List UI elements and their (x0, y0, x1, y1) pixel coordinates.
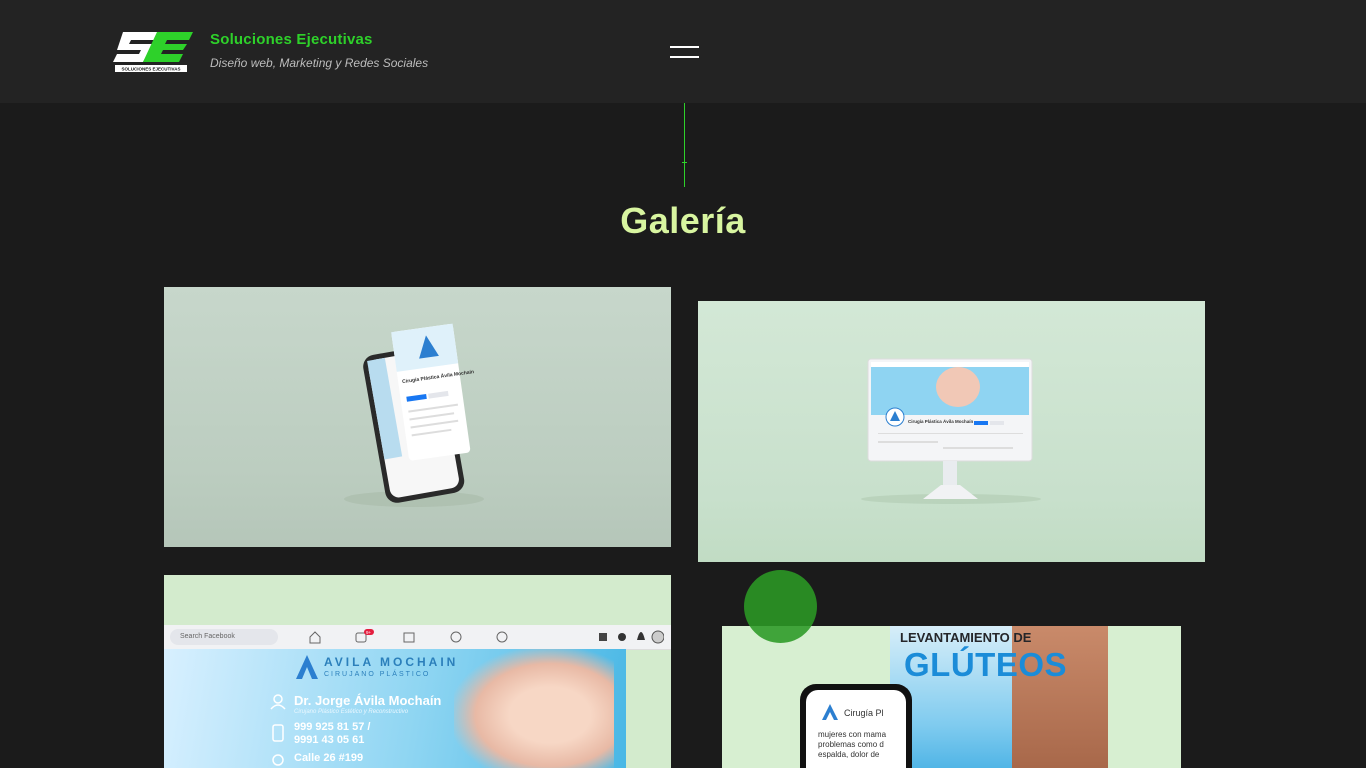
site-header: SOLUCIONES EJECUTIVAS Soluciones Ejecuti… (0, 0, 1366, 103)
cover-brand-sub: CIRUJANO PLÁSTICO (324, 671, 431, 678)
doctor-role: Cirujano Plástico Estético y Reconstruct… (294, 709, 409, 715)
monitor-mockup-illustration: Cirugía Plástica Ávila Mochaín (861, 358, 1041, 504)
cover-photo-face (454, 649, 614, 768)
home-icon (309, 631, 321, 644)
contact-icons (270, 694, 286, 766)
marketplace-icon (403, 632, 415, 643)
brand-name[interactable]: Soluciones Ejecutivas (210, 31, 373, 48)
phone-mockup-illustration: Cirugía Plástica Ávila Mochaín (344, 323, 484, 507)
cover-banner: AVILA MOCHAIN CIRUJANO PLÁSTICO Dr. Jorg… (164, 649, 626, 768)
phone-post-text: mujeres con mama problemas como d espald… (818, 730, 887, 759)
address-line: Calle 26 #199 (294, 752, 364, 764)
cover-brand: AVILA MOCHAIN (324, 655, 459, 669)
video-icon (355, 632, 367, 643)
gaming-icon (496, 631, 508, 643)
groups-icon (450, 631, 462, 643)
phone-numbers: 999 925 81 57 / 9991 43 05 61 (294, 721, 370, 747)
monitor-page-title: Cirugía Plástica Ávila Mochaín (908, 418, 974, 424)
ad-title-line1: LEVANTAMIENTO DE (900, 630, 1032, 645)
notification-badge: 9+ (366, 630, 372, 635)
doctor-name: Dr. Jorge Ávila Mochaín (294, 693, 442, 708)
phone-mockup-screen: Cirugía Pl mujeres con mama problemas co… (806, 690, 906, 768)
gallery-image-phone-mockup[interactable]: Cirugía Plástica Ávila Mochaín (164, 287, 671, 547)
gallery-image-gluteos-ad[interactable]: LEVANTAMIENTO DE GLÚTEOS Cirugía Pl muje… (722, 626, 1181, 768)
bell-icon (637, 632, 645, 640)
gallery-image-monitor-mockup[interactable]: Cirugía Plástica Ávila Mochaín (698, 301, 1205, 562)
phone-mockup-frame: Cirugía Pl mujeres con mama problemas co… (800, 684, 912, 768)
location-pin-icon (272, 754, 284, 766)
phone-line-2: 9991 43 05 61 (294, 734, 365, 746)
facebook-top-bar: Search Facebook 9+ (164, 625, 671, 650)
divider-tick (682, 162, 687, 163)
user-icon (273, 694, 283, 704)
phone-line-1: 999 925 81 57 / (294, 721, 371, 733)
ad-title-line2: GLÚTEOS (904, 646, 1068, 683)
facebook-nav-icons: 9+ (309, 629, 664, 644)
apps-grid-icon (599, 633, 607, 641)
company-logo[interactable]: SOLUCIONES EJECUTIVAS (113, 30, 193, 74)
profile-avatar (651, 630, 664, 644)
hamburger-menu-icon[interactable] (670, 45, 700, 59)
clinic-logo-icon (822, 704, 838, 720)
decorative-green-circle (744, 570, 817, 643)
clinic-logo-icon (296, 655, 318, 679)
brand-tagline: Diseño web, Marketing y Redes Sociales (210, 56, 429, 70)
phone-page-name: Cirugía Pl (844, 708, 884, 718)
gallery-image-facebook-cover[interactable]: Search Facebook 9+ AVILA MOCHAIN CIRUJAN… (164, 575, 671, 768)
logo-wordmark: SOLUCIONES EJECUTIVAS (122, 67, 181, 72)
mobile-phone-icon (272, 724, 284, 742)
facebook-search-field: Search Facebook (170, 629, 278, 645)
decorative-divider-line (684, 103, 685, 187)
section-title: Galería (620, 200, 746, 241)
messenger-icon (618, 633, 626, 641)
